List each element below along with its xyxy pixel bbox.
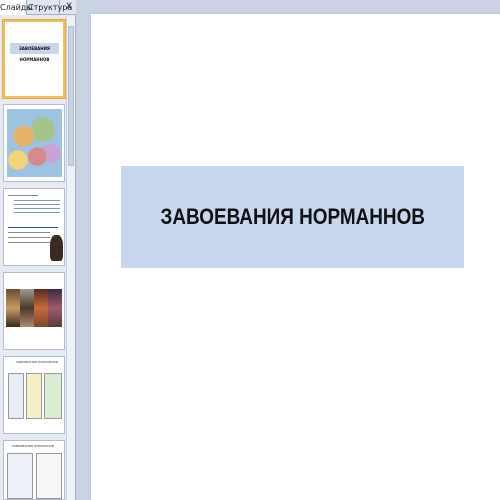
table-column — [26, 373, 42, 419]
photo-3 — [34, 289, 48, 327]
photo-2 — [20, 289, 34, 327]
panel-tabs: Слайды Структура X — [0, 0, 76, 15]
thumbnail-title: ЗАВОЕВАНИЯ НОРМАННОВ — [12, 444, 54, 448]
slide-thumbnail-4[interactable] — [3, 272, 65, 350]
slide-thumbnail-3[interactable] — [3, 188, 65, 266]
thumbnail-title: ЗАВОЕВАНИЯ НОРМАННОВ — [10, 43, 59, 62]
tab-slides[interactable]: Слайды — [0, 0, 33, 15]
text-line — [14, 204, 60, 205]
table-column — [44, 373, 62, 419]
text-line — [8, 237, 50, 238]
text-line — [14, 200, 60, 201]
text-line — [14, 212, 60, 213]
slide-editor: ЗАВОЕВАНИЯ НОРМАННОВ — [77, 0, 500, 500]
thumbnail-title: ЗАВОЕВАНИЯ НОРМАННОВ — [16, 360, 58, 364]
scrollbar-thumb[interactable] — [68, 26, 74, 166]
table-column — [8, 373, 24, 419]
slide-thumbnail-6[interactable]: ЗАВОЕВАНИЯ НОРМАННОВ — [3, 440, 65, 500]
title-placeholder[interactable]: ЗАВОЕВАНИЯ НОРМАННОВ — [121, 166, 464, 268]
current-slide[interactable]: ЗАВОЕВАНИЯ НОРМАННОВ — [91, 14, 500, 500]
panel-scrollbar[interactable] — [66, 16, 75, 500]
table-column — [7, 453, 33, 499]
text-line — [8, 232, 50, 233]
table-column — [36, 453, 62, 499]
text-line — [14, 208, 60, 209]
slide-thumbnail-1[interactable]: ЗАВОЕВАНИЯ НОРМАННОВ — [3, 20, 65, 98]
close-icon[interactable]: X — [63, 0, 75, 15]
photo-1 — [6, 289, 20, 327]
slide-thumbnail-5[interactable]: ЗАВОЕВАНИЯ НОРМАННОВ — [3, 356, 65, 434]
slide-title: ЗАВОЕВАНИЯ НОРМАННОВ — [160, 204, 425, 229]
slide-thumbnail-2[interactable] — [3, 104, 65, 182]
text-line — [8, 227, 58, 228]
photo-4 — [48, 289, 62, 327]
map-image — [7, 109, 62, 177]
tab-outline[interactable]: Структура — [28, 0, 72, 15]
text-line — [8, 195, 38, 196]
text-line — [8, 242, 50, 243]
slides-panel: Слайды Структура X ЗАВОЕВАНИЯ НОРМАННОВ … — [0, 0, 76, 500]
mask-image — [50, 235, 63, 261]
